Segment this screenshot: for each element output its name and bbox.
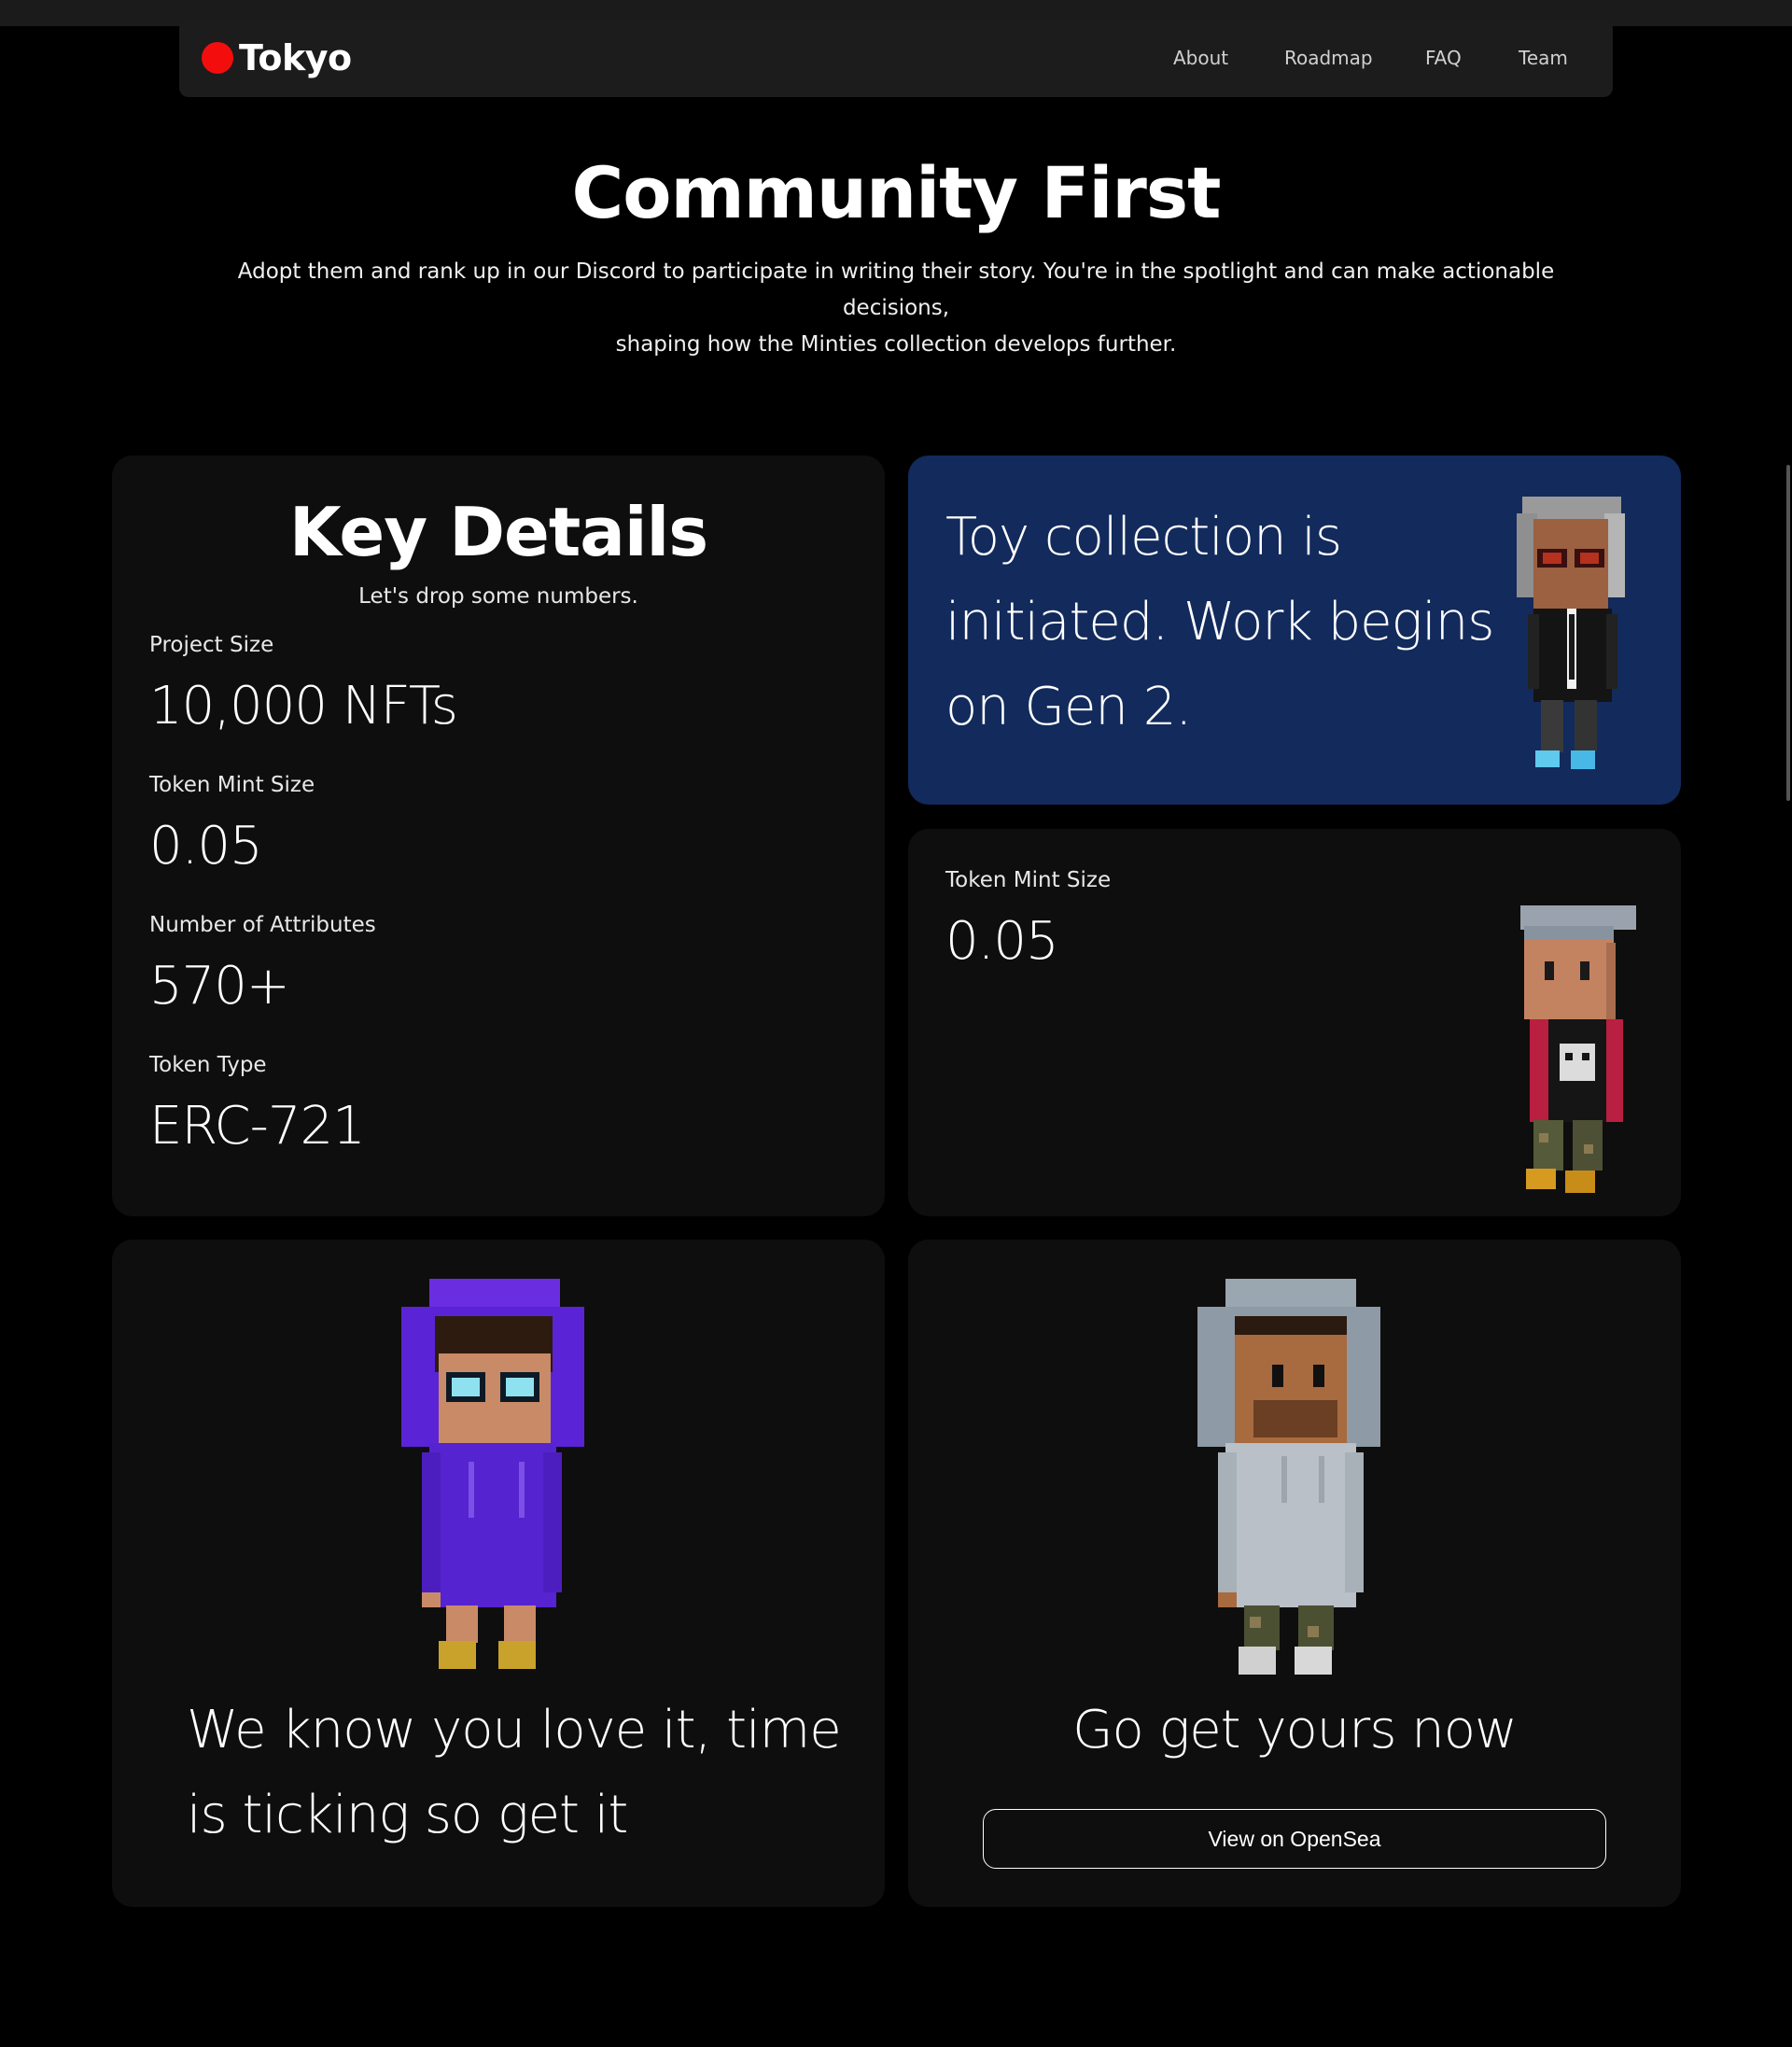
stat-value-attributes: 570+: [149, 956, 290, 1016]
nav-link-about[interactable]: About: [1173, 47, 1228, 69]
stat-label-token-type: Token Type: [149, 1053, 267, 1077]
voxel-character-cap-image: [1520, 905, 1636, 1193]
brand-name: Tokyo: [239, 37, 352, 78]
stat-label-token-mint-size: Token Mint Size: [149, 773, 315, 797]
stat-label-project-size: Project Size: [149, 633, 274, 657]
announcement-line: initiated. Work begins: [945, 592, 1494, 652]
cta-heading: Go get yours now: [1072, 1700, 1518, 1760]
hero-title: Community First: [571, 151, 1222, 234]
mint-card-value: 0.05: [945, 911, 1059, 972]
scrollbar[interactable]: [1785, 26, 1792, 2047]
love-card-line: We know you love it, time: [187, 1700, 842, 1760]
announcement-text: Toy collection is initiated. Work begins…: [945, 495, 1494, 750]
nav-link-team[interactable]: Team: [1519, 47, 1568, 69]
love-card-text: We know you love it, time is ticking so …: [187, 1688, 842, 1858]
announcement-line: Toy collection is: [945, 507, 1342, 568]
mint-card-label: Token Mint Size: [945, 868, 1112, 892]
hero-subtitle-line: Adopt them and rank up in our Discord to…: [237, 259, 1555, 320]
view-on-opensea-button[interactable]: View on OpenSea: [983, 1809, 1606, 1869]
key-details-card: Key Details Let's drop some numbers. Pro…: [112, 456, 885, 1216]
voxel-character-suit-image: [1517, 497, 1625, 769]
brand-logo[interactable]: Tokyo: [202, 35, 352, 80]
nav-link-roadmap[interactable]: Roadmap: [1284, 47, 1373, 69]
stat-label-attributes: Number of Attributes: [149, 913, 376, 937]
nav-link-faq[interactable]: FAQ: [1425, 47, 1462, 69]
cta-card: Go get yours now View on OpenSea: [908, 1240, 1681, 1907]
stat-value-token-mint-size: 0.05: [149, 816, 263, 876]
voxel-character-grey-hoodie-image: [1197, 1279, 1380, 1675]
scrollbar-thumb[interactable]: [1786, 465, 1790, 801]
navbar: Tokyo About Roadmap FAQ Team: [179, 19, 1613, 97]
announcement-line: on Gen 2.: [945, 677, 1192, 737]
voxel-character-hoodie-image: [401, 1279, 584, 1669]
key-details-title: Key Details: [288, 493, 708, 571]
love-card-line: is ticking so get it: [187, 1785, 628, 1845]
announcement-card: Toy collection is initiated. Work begins…: [908, 456, 1681, 805]
hero-subtitle: Adopt them and rank up in our Discord to…: [215, 254, 1577, 363]
stat-value-token-type: ERC-721: [149, 1096, 366, 1157]
stat-value-project-size: 10,000 NFTs: [149, 676, 458, 736]
brand-dot-icon: [202, 42, 233, 74]
key-details-subtitle: Let's drop some numbers.: [358, 584, 638, 609]
hero-subtitle-line: shaping how the Minties collection devel…: [615, 332, 1177, 357]
token-mint-card: Token Mint Size 0.05: [908, 829, 1681, 1216]
love-card: We know you love it, time is ticking so …: [112, 1240, 885, 1907]
